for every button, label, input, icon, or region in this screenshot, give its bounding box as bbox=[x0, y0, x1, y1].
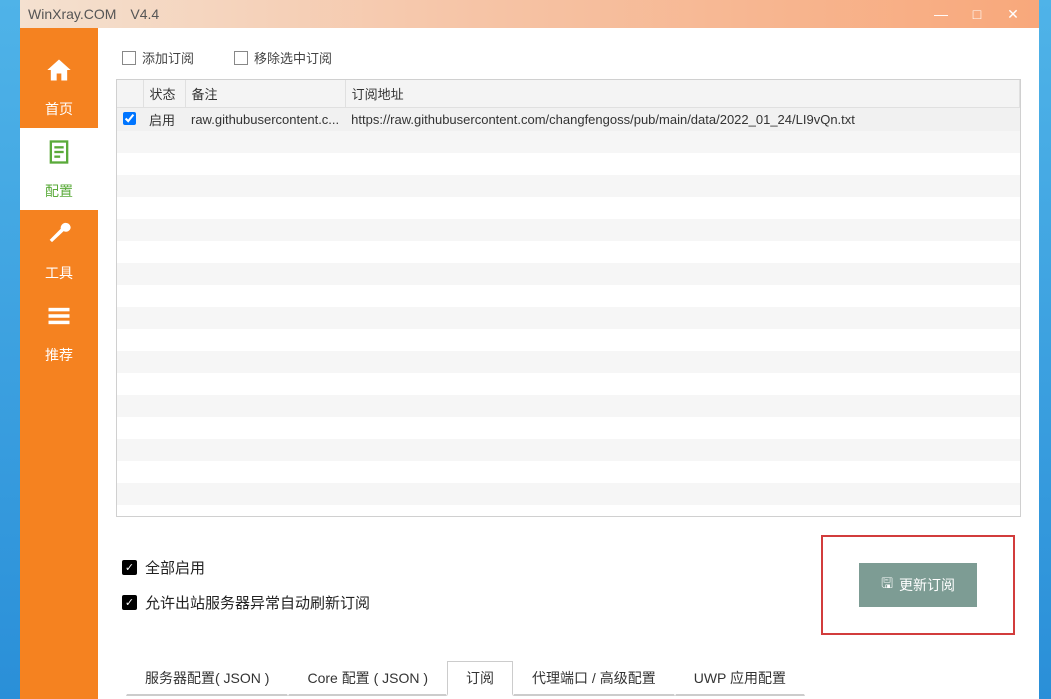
col-checkbox[interactable] bbox=[117, 80, 143, 108]
window-title: WinXray.COM V4.4 bbox=[28, 4, 923, 24]
sidebar-item-recommend[interactable]: 推荐 bbox=[20, 292, 98, 374]
add-label: 添加订阅 bbox=[142, 48, 194, 67]
add-subscription-button[interactable]: 添加订阅 bbox=[122, 48, 194, 67]
sidebar-item-label: 首页 bbox=[45, 99, 73, 119]
remove-subscription-button[interactable]: 移除选中订阅 bbox=[234, 48, 332, 67]
subscription-table: 状态 备注 订阅地址 启用 raw.githubusercontent.c...… bbox=[116, 79, 1021, 517]
tab-core-config[interactable]: Core 配置 ( JSON ) bbox=[288, 661, 447, 696]
save-icon: 🖫 bbox=[881, 573, 893, 597]
titlebar[interactable]: WinXray.COM V4.4 — □ ✕ bbox=[20, 0, 1039, 28]
sidebar: 首页 配置 工具 推荐 bbox=[20, 28, 98, 699]
tabs: 服务器配置( JSON ) Core 配置 ( JSON ) 订阅 代理端口 /… bbox=[116, 661, 1021, 697]
enable-all-label: 全部启用 bbox=[145, 557, 205, 578]
checkbox-icon: ✓ bbox=[122, 595, 137, 610]
highlight-box: 🖫 更新订阅 bbox=[821, 535, 1015, 635]
row-url: https://raw.githubusercontent.com/changf… bbox=[345, 108, 1019, 132]
update-subscription-button[interactable]: 🖫 更新订阅 bbox=[859, 563, 977, 607]
update-label: 更新订阅 bbox=[899, 575, 955, 595]
app-window: WinXray.COM V4.4 — □ ✕ 首页 配置 工具 bbox=[20, 0, 1039, 699]
row-checkbox-cell[interactable] bbox=[117, 108, 143, 132]
document-icon bbox=[45, 138, 73, 173]
sidebar-item-home[interactable]: 首页 bbox=[20, 46, 98, 128]
tab-subscription[interactable]: 订阅 bbox=[447, 661, 513, 696]
body-area: 首页 配置 工具 推荐 bbox=[20, 28, 1039, 699]
remove-icon bbox=[234, 51, 248, 65]
sidebar-item-label: 配置 bbox=[45, 181, 73, 201]
tab-uwp[interactable]: UWP 应用配置 bbox=[675, 661, 805, 696]
table-header-row: 状态 备注 订阅地址 bbox=[117, 80, 1020, 108]
bottom-row: ✓ 全部启用 ✓ 允许出站服务器异常自动刷新订阅 🖫 更新订阅 bbox=[116, 535, 1021, 635]
sidebar-item-config[interactable]: 配置 bbox=[20, 128, 98, 210]
col-remark[interactable]: 备注 bbox=[185, 80, 345, 108]
tab-proxy-advanced[interactable]: 代理端口 / 高级配置 bbox=[513, 661, 675, 696]
toolbar: 添加订阅 移除选中订阅 bbox=[116, 48, 1021, 79]
sidebar-item-tools[interactable]: 工具 bbox=[20, 210, 98, 292]
maximize-button[interactable]: □ bbox=[959, 4, 995, 24]
tab-server-config[interactable]: 服务器配置( JSON ) bbox=[126, 661, 288, 696]
row-remark: raw.githubusercontent.c... bbox=[185, 108, 345, 132]
sidebar-item-label: 工具 bbox=[45, 263, 73, 283]
wrench-icon bbox=[45, 220, 73, 255]
auto-refresh-label: 允许出站服务器异常自动刷新订阅 bbox=[145, 592, 370, 613]
checkbox-group: ✓ 全部启用 ✓ 允许出站服务器异常自动刷新订阅 bbox=[122, 557, 370, 613]
auto-refresh-checkbox[interactable]: ✓ 允许出站服务器异常自动刷新订阅 bbox=[122, 592, 370, 613]
col-status[interactable]: 状态 bbox=[143, 80, 185, 108]
close-button[interactable]: ✕ bbox=[995, 4, 1031, 24]
list-icon bbox=[45, 302, 73, 337]
remove-label: 移除选中订阅 bbox=[254, 48, 332, 67]
row-status: 启用 bbox=[143, 108, 185, 132]
sidebar-item-label: 推荐 bbox=[45, 345, 73, 365]
table-body: 启用 raw.githubusercontent.c... https://ra… bbox=[117, 108, 1020, 506]
checkbox-icon: ✓ bbox=[122, 560, 137, 575]
main-panel: 添加订阅 移除选中订阅 状态 备注 订阅地址 bbox=[98, 28, 1039, 699]
add-icon bbox=[122, 51, 136, 65]
table-row[interactable]: 启用 raw.githubusercontent.c... https://ra… bbox=[117, 108, 1020, 132]
minimize-button[interactable]: — bbox=[923, 4, 959, 24]
row-checkbox[interactable] bbox=[123, 112, 136, 125]
enable-all-checkbox[interactable]: ✓ 全部启用 bbox=[122, 557, 370, 578]
home-icon bbox=[45, 56, 73, 91]
col-url[interactable]: 订阅地址 bbox=[345, 80, 1019, 108]
